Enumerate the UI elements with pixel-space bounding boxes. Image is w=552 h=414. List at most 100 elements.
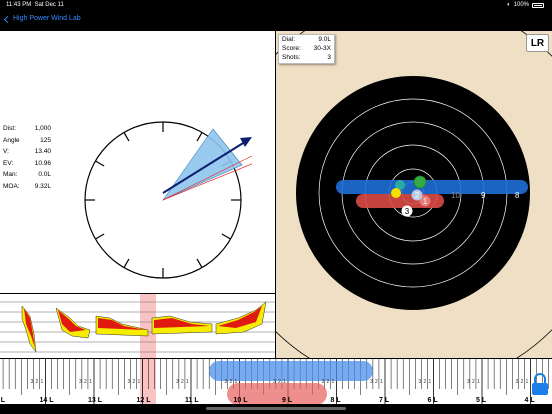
red-group-bar [356,194,444,208]
stat-label: Angle [3,136,20,144]
target-panel[interactable]: 10 9 8 1 2 3 Dial: 9.0L Score: 30-3X Shots: 3… [276,31,552,358]
nav-bar: High Power Wind Lab [0,10,552,31]
wind-panel: Dist: 1,000 Angle 125 V: 13.40 EV: 10.96 Man: 0.0… [0,31,275,293]
ruler-minor-label: 3 [273,379,276,385]
back-button[interactable]: High Power Wind Lab [3,15,81,23]
ruler-minor-label: 3 [516,379,519,385]
dial-label: Score: [282,45,301,52]
ruler-label: 7 L [379,397,390,404]
ruler-minor-label: 1 [477,379,480,385]
target: 10 9 8 1 2 3 [276,31,552,358]
wind-stats: Dist: 1,000 Angle 125 V: 13.40 EV: 10.96 Man: 0.0… [3,125,51,195]
flag-5 [215,301,267,335]
ruler-minor-label: 3 [79,379,82,385]
stat-row: V: 13.40 [3,148,51,160]
yellow-marker [391,188,401,198]
ruler-minor-label: 3 [419,379,422,385]
dial-row: Dial: 9.0L [282,36,331,45]
dial-label: Shots: [282,54,301,61]
ruler-minor-label: 3 [467,379,470,385]
ruler-minor-label: 1 [429,379,432,385]
dial-row: Shots: 3 [282,54,331,63]
stat-row: EV: 10.96 [3,160,51,172]
status-bar: 11:43 PM Sat Dec 11 ◐ 100% [0,0,552,10]
stat-row: Dist: 1,000 [3,125,51,137]
stat-value: 10.96 [34,159,51,167]
shot-1-label: 1 [423,197,428,206]
ruler-label: 8 L [331,397,342,404]
ring-label-9: 9 [481,191,486,200]
wind-history-panel[interactable] [0,293,275,358]
ruler-minor-label: 1 [526,379,529,385]
ruler-minor-label: 1 [380,379,383,385]
chevron-left-icon [3,15,12,23]
ruler-label: 4 L [525,397,536,404]
battery-percent: 100% [513,2,529,8]
ring-label-8: 8 [515,191,520,200]
ruler-label: 15 L [0,397,6,404]
ruler-minor-label: 2 [327,379,330,385]
ring-label-10: 10 [451,191,460,200]
ruler-minor-label: 2 [278,379,281,385]
ruler-minor-label: 2 [84,379,87,385]
flag-1 [21,305,37,353]
back-button-label: High Power Wind Lab [13,15,81,22]
home-indicator[interactable] [206,407,346,410]
ruler-label: 14 L [40,397,55,404]
flag-4 [151,315,213,335]
shot-2-label: 2 [415,191,420,200]
ruler-label: 9 L [282,397,293,404]
ruler-minor-label: 3 [176,379,179,385]
green-marker [413,175,427,189]
stat-value: 9.32L [34,182,51,190]
dial-value: 30-3X [313,45,331,52]
wifi-icon: ◐ [507,2,511,8]
shot-3-label: 3 [405,207,410,216]
ruler-minor-label: 2 [375,379,378,385]
dial-label: Dial: [282,36,296,43]
ruler-minor-label: 2 [133,379,136,385]
ruler-minor-label: 3 [225,379,228,385]
stat-label: Dist: [3,125,16,132]
ruler-minor-label: 1 [89,379,92,385]
ruler-minor-label: 3 [31,379,34,385]
lr-button[interactable]: LR [526,34,549,52]
wind-history-chart [0,294,275,358]
ruler-minor-label: 2 [521,379,524,385]
ruler-minor-label: 2 [36,379,39,385]
ruler-label: 10 L [234,397,249,404]
dial-value: 3 [327,54,331,61]
stat-value: 0.0L [38,171,51,179]
stat-row: MOA: 9.32L [3,183,51,195]
ruler-label: 13 L [88,397,103,404]
ruler-minor-label: 3 [370,379,373,385]
stat-value: 13.40 [34,148,51,156]
stat-value: 125 [40,136,51,144]
stat-label: EV: [3,159,14,167]
ruler-minor-label: 1 [41,379,44,385]
windage-ruler[interactable]: 32115 L32114 L32113 L32112 L32111 L32110… [0,358,552,404]
dial-row: Score: 30-3X [282,45,331,54]
flag-2 [55,307,91,339]
stat-row: Man: 0.0L [3,171,51,183]
ruler-minor-label: 2 [424,379,427,385]
blue-group-bar [336,180,528,194]
dial-value: 9.0L [318,36,331,43]
home-indicator-strip [0,404,552,414]
dial-summary: Dial: 9.0L Score: 30-3X Shots: 3 [278,34,335,64]
ruler-label: 5 L [476,397,487,404]
lock-icon[interactable] [531,372,549,396]
ruler-minor-label: 1 [235,379,238,385]
stat-value: 1,000 [34,125,51,132]
wind-clock[interactable] [82,119,252,289]
wind-arrow-head [240,137,252,147]
battery-icon [532,2,544,8]
ruler-minor-label: 1 [138,379,141,385]
ruler-minor-label: 1 [283,379,286,385]
ruler-label: 6 L [428,397,439,404]
ruler-minor-label: 1 [186,379,189,385]
ruler-blue-bar [209,361,373,381]
ruler-label: 12 L [137,397,152,404]
ruler-minor-label: 2 [472,379,475,385]
stat-label: Man: [3,171,18,179]
